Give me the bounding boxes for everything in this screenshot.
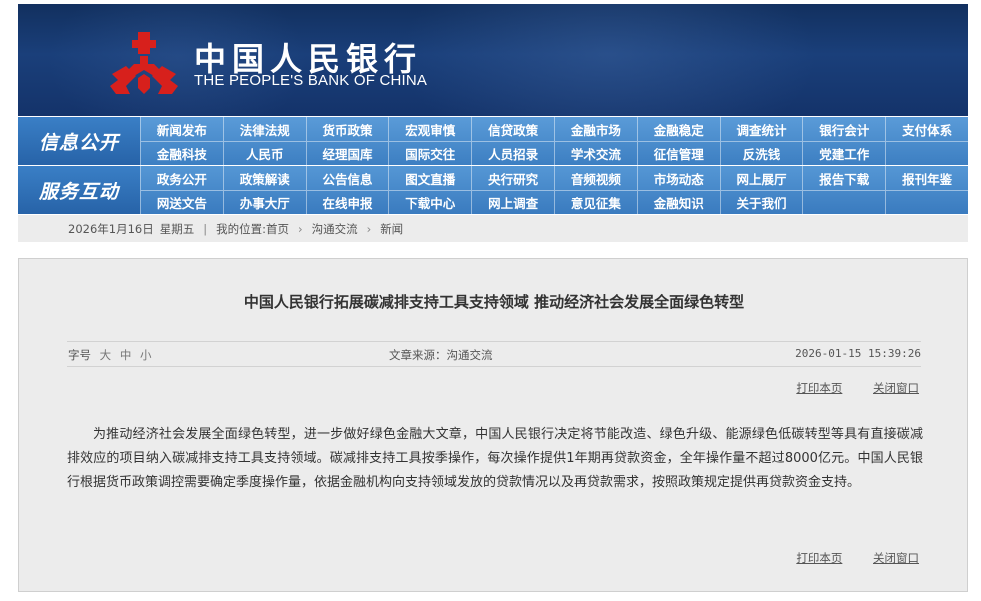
- nav-item[interactable]: 反洗钱: [719, 141, 803, 165]
- nav-item[interactable]: 人民币: [222, 141, 306, 165]
- article-tools-bottom: 打印本页 关闭窗口: [769, 550, 919, 566]
- close-window-link[interactable]: 关闭窗口: [873, 551, 919, 565]
- nav-item[interactable]: 央行研究: [471, 166, 554, 190]
- pboc-logo-icon[interactable]: [108, 30, 180, 96]
- brand-name-en[interactable]: THE PEOPLE'S BANK OF CHINA: [194, 72, 427, 89]
- nav-item[interactable]: 网送文告: [140, 190, 223, 214]
- nav-item[interactable]: 在线申报: [305, 190, 389, 214]
- font-size-label: 字号: [68, 348, 91, 362]
- nav-item[interactable]: 市场动态: [636, 166, 720, 190]
- current-weekday: 星期五: [159, 221, 195, 236]
- article-title: 中国人民银行拓展碳减排支持工具支持领域 推动经济社会发展全面绿色转型: [243, 293, 745, 311]
- nav-item: [885, 190, 968, 214]
- nav-info-disclosure: 信息公开 新闻发布 法律法规 货币政策 宏观审慎 信贷政策 金融市场 金融稳定 调查统计 银行会…: [18, 117, 968, 165]
- nav-item[interactable]: 党建工作: [802, 141, 886, 165]
- article-datetime: 2026-01-15 15:39:26: [795, 347, 921, 360]
- nav-item[interactable]: 人员招录: [471, 141, 554, 165]
- nav-item[interactable]: 政务公开: [140, 166, 223, 190]
- breadcrumb-section-link[interactable]: 沟通交流: [312, 221, 358, 237]
- nav-item[interactable]: 金融科技: [140, 141, 223, 165]
- nav-item[interactable]: 学术交流: [554, 141, 637, 165]
- print-page-link[interactable]: 打印本页: [796, 381, 842, 395]
- nav-item[interactable]: 政策解读: [222, 166, 306, 190]
- nav-item: [885, 141, 968, 165]
- nav-grid: 政务公开 政策解读 公告信息 图文直播 央行研究 音频视频 市场动态 网上展厅 报告下载 报刊年鉴…: [140, 166, 968, 214]
- nav-item[interactable]: 宏观审慎: [388, 117, 471, 141]
- nav-item[interactable]: 信贷政策: [471, 117, 554, 141]
- nav-service-interaction: 服务互动 政务公开 政策解读 公告信息 图文直播 央行研究 音频视频 市场动态 网上展厅 报告下…: [18, 166, 968, 214]
- nav-item[interactable]: 金融知识: [636, 190, 720, 214]
- nav-item[interactable]: 报告下载: [802, 166, 885, 190]
- nav-item[interactable]: 网上展厅: [719, 166, 803, 190]
- nav-item[interactable]: 调查统计: [719, 117, 803, 141]
- close-window-link[interactable]: 关闭窗口: [873, 381, 919, 395]
- nav-section-title: 服务互动: [18, 166, 140, 214]
- nav-item[interactable]: 报刊年鉴: [885, 166, 968, 190]
- nav-item[interactable]: 金融稳定: [636, 117, 720, 141]
- nav-item[interactable]: 货币政策: [305, 117, 389, 141]
- site-header: 中国人民银行 THE PEOPLE'S BANK OF CHINA: [18, 4, 968, 116]
- breadcrumb: 2026年1月16日 星期五 | 我的位置: 首页 › 沟通交流 › 新闻: [18, 215, 968, 242]
- nav-item[interactable]: 支付体系: [885, 117, 968, 141]
- nav-item[interactable]: 新闻发布: [140, 117, 223, 141]
- header-decoration: [398, 4, 818, 116]
- nav-item[interactable]: 办事大厅: [222, 190, 306, 214]
- nav-item[interactable]: 网上调查: [471, 190, 554, 214]
- article-tools-top: 打印本页 关闭窗口: [769, 380, 919, 396]
- font-size-large-button[interactable]: 大: [100, 348, 112, 362]
- chevron-right-icon: ›: [297, 221, 303, 236]
- breadcrumb-current-link[interactable]: 新闻: [380, 221, 403, 237]
- chevron-right-icon: ›: [366, 221, 372, 236]
- current-date: 2026年1月16日: [68, 221, 154, 236]
- nav-section-title: 信息公开: [18, 117, 140, 165]
- nav-grid: 新闻发布 法律法规 货币政策 宏观审慎 信贷政策 金融市场 金融稳定 调查统计 银行会计 支付体系…: [140, 117, 968, 165]
- font-size-control: 字号 大 中 小: [68, 347, 151, 363]
- nav-item[interactable]: 意见征集: [554, 190, 637, 214]
- article-source: 文章来源：沟通交流: [389, 348, 493, 362]
- print-page-link[interactable]: 打印本页: [796, 551, 842, 565]
- font-size-medium-button[interactable]: 中: [120, 348, 132, 362]
- location-label: 我的位置:: [216, 221, 266, 236]
- nav-item[interactable]: 图文直播: [388, 166, 471, 190]
- article-body: 为推动经济社会发展全面绿色转型，进一步做好绿色金融大文章，中国人民银行决定将节能…: [67, 427, 923, 490]
- nav-item[interactable]: 经理国库: [305, 141, 389, 165]
- nav-item[interactable]: 法律法规: [222, 117, 306, 141]
- nav-item[interactable]: 关于我们: [719, 190, 803, 214]
- article-meta-bar: 字号 大 中 小 文章来源：沟通交流 2026-01-15 15:39:26: [67, 341, 921, 367]
- nav-item[interactable]: 金融市场: [554, 117, 637, 141]
- nav-item[interactable]: 银行会计: [802, 117, 885, 141]
- nav-item[interactable]: 国际交往: [388, 141, 472, 165]
- font-size-small-button[interactable]: 小: [140, 348, 152, 362]
- nav-item[interactable]: 下载中心: [388, 190, 472, 214]
- article-panel: 中国人民银行拓展碳减排支持工具支持领域 推动经济社会发展全面绿色转型 字号 大 …: [18, 258, 968, 592]
- nav-item[interactable]: 征信管理: [636, 141, 720, 165]
- breadcrumb-divider: |: [203, 221, 208, 236]
- breadcrumb-home-link[interactable]: 首页: [266, 221, 289, 237]
- nav-item[interactable]: 音频视频: [554, 166, 637, 190]
- nav-item: [802, 190, 886, 214]
- nav-item[interactable]: 公告信息: [305, 166, 389, 190]
